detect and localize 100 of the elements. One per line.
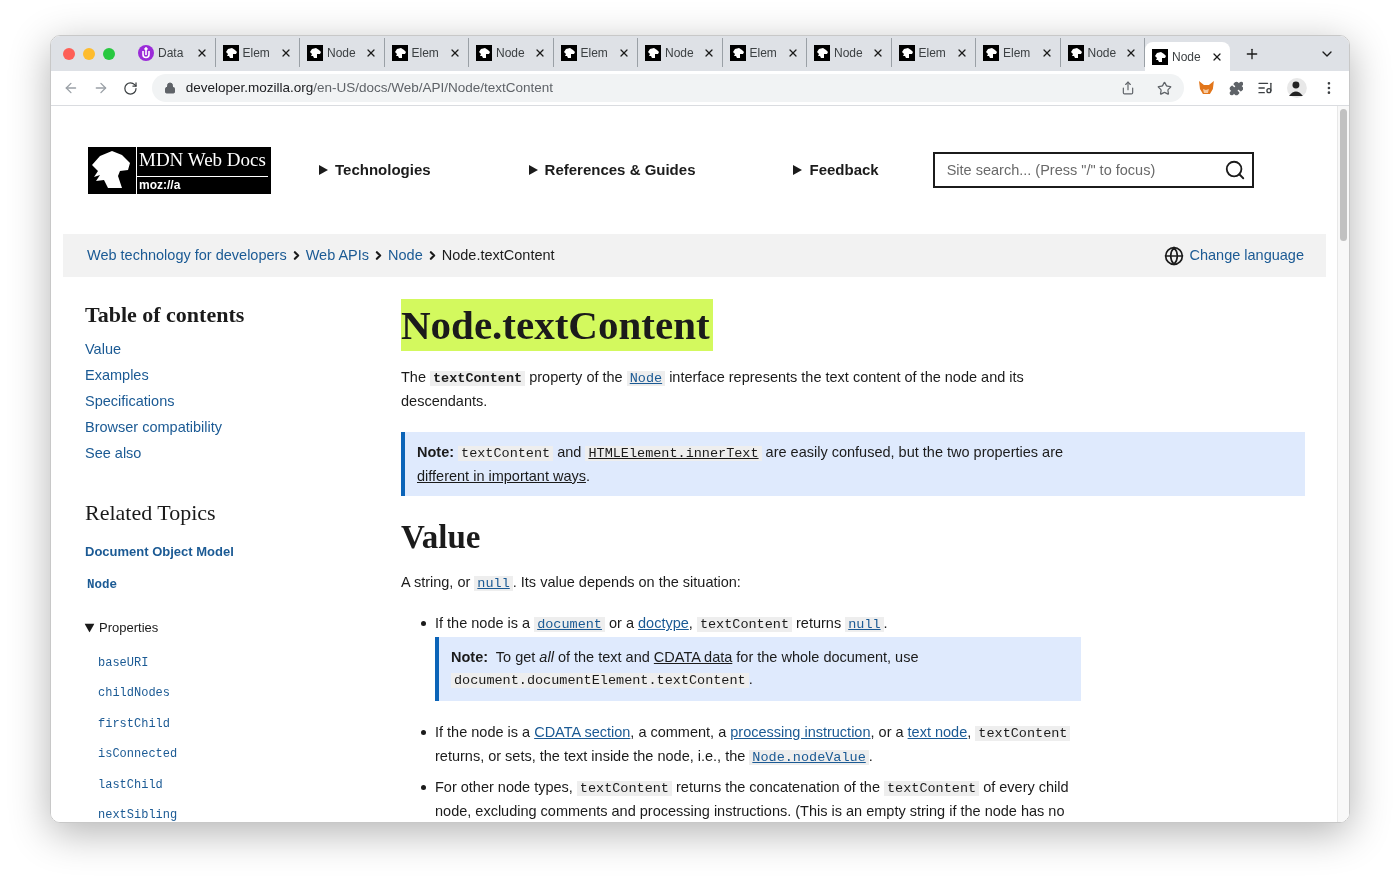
link[interactable]: different in important ways	[417, 468, 586, 484]
breadcrumb-link[interactable]: Web technology for developers	[87, 244, 287, 267]
nav-menu-button[interactable]: Feedback	[793, 158, 879, 182]
fox-icon[interactable]	[1197, 80, 1215, 96]
lock-icon	[163, 82, 176, 94]
browser-tab[interactable]: Elem	[384, 38, 469, 67]
triangle-icon	[528, 165, 538, 175]
link[interactable]: HTMLElement.innerText	[585, 446, 762, 461]
toc-link[interactable]: Browser compatibility	[85, 414, 401, 440]
toc-link[interactable]: Examples	[85, 362, 401, 388]
bullet-text: If the node is a document or a doctype, textContent returns null .	[435, 614, 889, 634]
star-icon[interactable]	[1156, 80, 1172, 96]
link[interactable]: Node.nodeValue	[749, 750, 869, 765]
animal-head-icon	[983, 44, 999, 61]
logo-title: MDN Web Docs	[138, 147, 267, 172]
toc-link[interactable]: Value	[85, 336, 401, 362]
tab-title: Elem	[918, 44, 947, 62]
property-link[interactable]: isConnected	[98, 739, 401, 770]
change-language-link[interactable]: Change language	[1163, 244, 1304, 267]
browser-tab[interactable]: Node	[1145, 42, 1230, 71]
animal-head-icon	[898, 44, 915, 61]
note-text: Note: To get all of the text and CDATA data for the whole document, use document.documentElement.textContent .	[451, 648, 920, 690]
share-icon[interactable]	[1120, 81, 1135, 95]
tab-title: Node	[496, 44, 526, 62]
bullet-icon	[421, 785, 426, 790]
browser-tab[interactable]: Elem	[215, 38, 300, 67]
properties-toggle[interactable]: Properties	[85, 618, 401, 638]
toc-link[interactable]: See also	[85, 440, 401, 466]
note-text: Note: textContent and HTMLElement.innerText are easily confused, but the two properties are different in important ways.	[417, 443, 1065, 486]
scrollbar[interactable]	[1337, 106, 1349, 822]
link[interactable]: processing instruction	[730, 724, 871, 740]
browser-tab[interactable]: Data	[131, 38, 216, 67]
profile-avatar-icon[interactable]	[1287, 78, 1308, 98]
tab-title: Elem	[411, 44, 440, 62]
scrollbar-thumb[interactable]	[1340, 109, 1347, 241]
browser-tab[interactable]: Elem	[553, 38, 638, 67]
nav-menu-button[interactable]: References & Guides	[528, 158, 696, 182]
link[interactable]: text node	[907, 724, 968, 740]
sidebar-interface-link[interactable]: Node	[87, 575, 401, 595]
animal-head-icon	[476, 44, 492, 61]
breadcrumb-link[interactable]: Web APIs	[305, 244, 370, 267]
browser-tab[interactable]: Elem	[976, 38, 1061, 67]
browser-tab[interactable]: Node	[638, 38, 723, 67]
tab-title: Node	[1087, 44, 1118, 62]
browser-tab[interactable]: Elem	[891, 38, 976, 67]
animal-head-icon	[1067, 44, 1084, 61]
breadcrumb-current: Node.textContent	[441, 245, 555, 265]
triangle-icon	[793, 165, 803, 175]
animal-head-icon	[222, 44, 239, 61]
browser-tab[interactable]: Node	[807, 38, 892, 67]
globe-icon	[1163, 245, 1184, 266]
tab-title: Node	[665, 44, 695, 62]
toc-link[interactable]: Specifications	[85, 388, 401, 414]
tab-title: Elem	[749, 44, 778, 62]
link[interactable]: Node	[626, 371, 666, 386]
reload-icon[interactable]	[122, 80, 138, 96]
bullet-icon	[421, 621, 426, 626]
link[interactable]: doctype	[638, 615, 689, 631]
tab-title: Node	[1172, 48, 1202, 66]
sidebar-section-link[interactable]: Document Object Model	[85, 542, 401, 562]
animal-head-icon	[729, 44, 746, 61]
bullet-icon	[421, 730, 426, 735]
animal-head-icon	[1152, 48, 1168, 65]
property-link[interactable]: nextSibling	[98, 800, 401, 822]
bullet-text: For other node types, textContent returns the concatenation of the textContent of every child node, excluding comments and processing instructions. (This is an empty string if the node has no	[435, 778, 1070, 821]
url-text: developer.mozilla.org/en-US/docs/Web/API/Node/textContent	[185, 78, 555, 97]
site-logo[interactable]: MDN Web Docs moz://a	[88, 146, 271, 194]
address-bar[interactable]: developer.mozilla.org/en-US/docs/Web/API/Node/textContent	[151, 74, 1184, 102]
link[interactable]: null	[845, 617, 884, 632]
browser-tab[interactable]: Elem	[722, 38, 807, 67]
value-paragraph: A string, or null . Its value depends on the situation:	[401, 573, 742, 593]
property-link[interactable]: childNodes	[98, 678, 401, 709]
page-title: Node.textContent	[401, 299, 713, 351]
link[interactable]: null	[474, 576, 513, 591]
toc-heading: Table of contents	[85, 301, 246, 329]
property-link[interactable]: firstChild	[98, 708, 401, 740]
animal-head-icon	[560, 44, 577, 61]
media-list-icon[interactable]	[1257, 80, 1274, 96]
logo-subtitle: moz://a	[137, 175, 268, 193]
tab-title: Node	[834, 44, 864, 62]
triangle-icon	[319, 165, 328, 175]
animal-head-icon	[391, 44, 408, 61]
breadcrumb-link[interactable]: Node	[388, 244, 423, 267]
extensions-icon[interactable]	[1228, 80, 1244, 96]
tab-title: Data	[158, 44, 185, 62]
property-link[interactable]: lastChild	[98, 769, 401, 801]
tab-title: Node	[327, 44, 357, 62]
link[interactable]: CDATA data	[653, 649, 733, 665]
search-field[interactable]: Site search... (Press "/" to focus)	[932, 152, 1254, 188]
bullet-text: If the node is a CDATA section, a comment, a processing instruction, or a text node, textContent returns, or sets, the text inside the node, i.e., the Node.nodeValue .	[435, 721, 1081, 769]
browser-tab[interactable]: Node	[300, 38, 385, 67]
animal-head-icon	[307, 44, 323, 61]
search-icon[interactable]	[1223, 159, 1246, 181]
tab-title: Elem	[580, 44, 609, 62]
browser-tab[interactable]: Node	[1060, 38, 1145, 67]
browser-tab[interactable]: Node	[469, 38, 554, 67]
nav-menu-button[interactable]: Technologies	[319, 158, 431, 182]
animal-head-icon	[814, 44, 830, 61]
property-link[interactable]: baseURI	[98, 647, 401, 679]
link[interactable]: document	[534, 617, 605, 632]
